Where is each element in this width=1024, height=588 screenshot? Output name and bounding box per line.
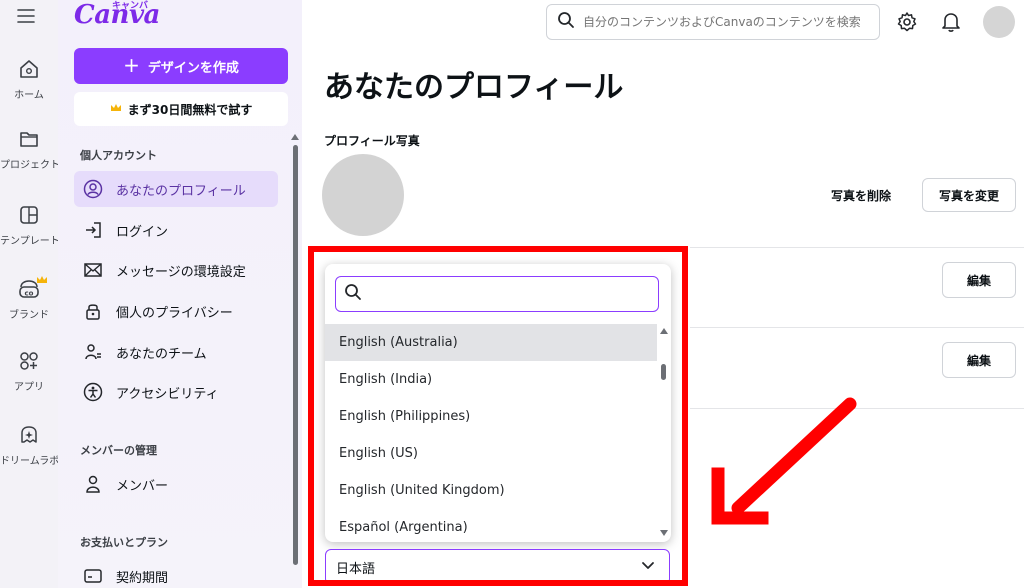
sidebar-scrollbar[interactable] — [293, 145, 298, 565]
mail-icon — [82, 259, 104, 281]
edit-name-button[interactable]: 編集 — [942, 262, 1016, 298]
sidebar-item-label: 個人のプライバシー — [116, 305, 233, 321]
login-icon — [82, 219, 104, 241]
svg-text:co: co — [25, 290, 34, 298]
annotation-arrow-icon — [711, 397, 857, 525]
sidebar-item-profile[interactable]: あなたのプロフィール — [74, 171, 278, 207]
sidebar-item-label: アクセシビリティ — [116, 386, 219, 402]
language-option[interactable]: English (Australia) — [325, 324, 657, 361]
page-title: あなたのプロフィール — [324, 70, 624, 105]
accessibility-icon — [82, 381, 104, 403]
sidebar-item-message-settings[interactable]: メッセージの環境設定 — [74, 252, 278, 288]
free-trial-label: まず30日間無料で試す — [127, 102, 253, 117]
card-icon — [82, 565, 104, 587]
sidebar-item-label: あなたのチーム — [116, 346, 207, 362]
section-heading-members: メンバーの管理 — [80, 444, 157, 457]
language-option[interactable]: English (Philippines) — [325, 398, 657, 435]
rail-label: テンプレート — [0, 236, 58, 247]
language-option[interactable]: Español (Argentina) — [325, 509, 657, 542]
home-icon — [16, 56, 42, 82]
create-design-button[interactable]: + デザインを作成 — [74, 48, 288, 84]
member-icon — [82, 473, 104, 495]
sidebar-item-team[interactable]: あなたのチーム — [74, 334, 278, 370]
language-search-field[interactable] — [335, 276, 659, 312]
divider — [690, 408, 1024, 409]
language-search-input[interactable] — [370, 286, 650, 302]
sidebar-item-label: ログイン — [116, 224, 169, 240]
sidebar-item-billing-period[interactable]: 契約期間 — [74, 558, 278, 588]
notification-bell-icon[interactable] — [939, 10, 963, 34]
sidebar-item-label: メッセージの環境設定 — [116, 264, 246, 280]
create-design-label: デザインを作成 — [147, 60, 239, 76]
language-option[interactable]: English (United Kingdom) — [325, 472, 657, 509]
section-heading-billing: お支払いとプラン — [80, 536, 168, 549]
rail-label: ホーム — [14, 90, 44, 101]
language-option[interactable]: English (India) — [325, 361, 657, 398]
delete-photo-button[interactable]: 写真を削除 — [818, 178, 904, 212]
language-select-value: 日本語 — [336, 561, 376, 577]
lock-icon — [82, 300, 104, 322]
search-icon — [557, 11, 575, 33]
apps-icon — [16, 348, 42, 374]
rail-item-apps[interactable]: アプリ — [0, 348, 58, 393]
sidebar-item-accessibility[interactable]: アクセシビリティ — [74, 374, 278, 410]
settings-gear-icon[interactable] — [895, 10, 919, 34]
sidebar: Canva キャンバ + デザインを作成 まず30日間無料で試す 個人アカウント… — [58, 0, 302, 588]
rail-item-home[interactable]: ホーム — [0, 56, 58, 101]
divider — [690, 247, 1024, 248]
template-icon — [16, 202, 42, 228]
left-rail: ホーム プロジェクト テンプレート co ブランド アプリ ドリームラボ — [0, 0, 58, 588]
edit-email-button[interactable]: 編集 — [942, 342, 1016, 378]
sidebar-item-label: 契約期間 — [116, 570, 169, 586]
sidebar-item-login[interactable]: ログイン — [74, 212, 278, 248]
rail-label: ブランド — [9, 310, 49, 321]
language-list-scrollbar[interactable] — [659, 324, 669, 540]
plus-icon: + — [123, 53, 140, 77]
rail-item-brand[interactable]: co ブランド — [0, 276, 58, 321]
language-option-list: English (Australia) English (India) Engl… — [325, 324, 657, 542]
user-avatar[interactable] — [983, 6, 1015, 38]
chevron-down-icon — [641, 560, 655, 575]
section-heading-personal: 個人アカウント — [80, 149, 157, 162]
divider — [690, 327, 1024, 328]
sidebar-item-label: メンバー — [116, 478, 169, 494]
global-search[interactable] — [546, 4, 880, 40]
sidebar-item-label: あなたのプロフィール — [116, 183, 246, 199]
crown-icon — [110, 102, 122, 116]
free-trial-button[interactable]: まず30日間無料で試す — [74, 92, 288, 126]
folder-icon — [16, 126, 42, 152]
profile-photo-avatar — [322, 154, 404, 236]
rail-item-templates[interactable]: テンプレート — [0, 202, 58, 247]
rail-label: ドリームラボ — [0, 456, 58, 467]
profile-photo-label: プロフィール写真 — [324, 134, 420, 148]
scroll-up-arrow-icon[interactable] — [660, 328, 668, 334]
rail-item-projects[interactable]: プロジェクト — [0, 126, 58, 171]
dream-lab-icon — [16, 422, 42, 448]
rail-item-dream-lab[interactable]: ドリームラボ — [0, 422, 58, 467]
search-icon — [344, 283, 362, 305]
language-dropdown-menu: English (Australia) English (India) Engl… — [325, 264, 671, 542]
sidebar-scroll-up[interactable] — [291, 134, 299, 140]
profile-icon — [82, 178, 104, 200]
rail-label: プロジェクト — [0, 160, 58, 171]
change-photo-button[interactable]: 写真を変更 — [922, 178, 1016, 212]
rail-label: アプリ — [14, 382, 44, 393]
language-select[interactable]: 日本語 — [325, 549, 670, 585]
language-option[interactable]: English (US) — [325, 435, 657, 472]
scroll-thumb[interactable] — [661, 364, 666, 380]
sidebar-item-privacy[interactable]: 個人のプライバシー — [74, 293, 278, 329]
menu-icon[interactable] — [14, 6, 38, 26]
team-icon — [82, 341, 104, 363]
crown-icon — [36, 270, 48, 289]
canva-logo-kana: キャンバ — [112, 1, 149, 11]
scroll-down-arrow-icon[interactable] — [660, 530, 668, 536]
sidebar-item-members[interactable]: メンバー — [74, 466, 278, 502]
global-search-input[interactable] — [583, 15, 863, 29]
